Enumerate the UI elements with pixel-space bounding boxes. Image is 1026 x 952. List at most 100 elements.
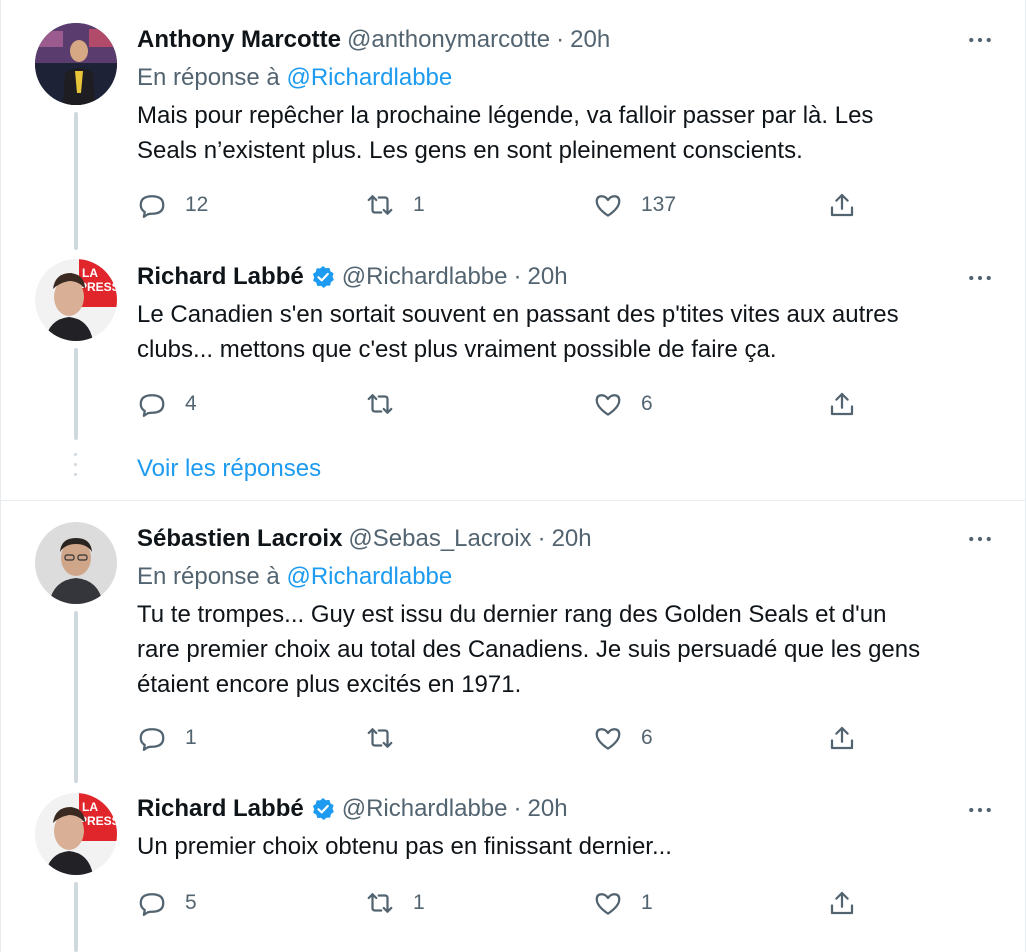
thread-line — [74, 348, 78, 440]
retweet-count: 1 — [413, 193, 425, 216]
share-button[interactable] — [827, 883, 857, 923]
retweet-button[interactable]: 1 — [365, 185, 425, 225]
separator: · — [556, 26, 565, 53]
svg-text:LA: LA — [82, 800, 98, 814]
tweet-text-line: Mais pour repêcher la prochaine légende,… — [137, 102, 874, 129]
thread-line — [74, 611, 78, 783]
reply-button[interactable]: 12 — [137, 185, 208, 225]
tweet-text-line: Un premier choix obtenu pas en finissant… — [137, 833, 672, 860]
avatar-richard-labbe[interactable]: LA PRESSE — [35, 793, 117, 875]
tweet-time[interactable]: 20h — [528, 789, 568, 829]
svg-text:LA: LA — [82, 266, 98, 280]
more-dots-icon — [969, 37, 991, 43]
tweet-richard-labbe[interactable]: LA PRESSE Richard Labbé @Richardlabbe · … — [1, 255, 1026, 500]
like-button[interactable]: 137 — [593, 185, 676, 225]
author-name[interactable]: Anthony Marcotte — [137, 20, 341, 60]
retweet-icon — [367, 394, 393, 414]
separator: · — [537, 525, 546, 552]
reply-button[interactable]: 1 — [137, 718, 197, 758]
heart-icon — [595, 728, 621, 750]
speech-bubble-icon — [139, 728, 165, 751]
share-upload-icon — [830, 891, 854, 915]
reply-prefix: En réponse à — [137, 563, 280, 590]
more-options-button[interactable] — [963, 793, 997, 827]
tweet-text: Tu te trompes... Guy est issu du dernier… — [137, 597, 977, 702]
retweet-count: 1 — [413, 891, 425, 914]
tweet-text: Un premier choix obtenu pas en finissant… — [137, 829, 977, 864]
author-handle[interactable]: @anthonymarcotte — [347, 20, 550, 60]
tweet-text: Le Canadien s'en sortait souvent en pass… — [137, 297, 977, 367]
avatar-richard-labbe[interactable]: LA PRESSE — [35, 259, 117, 341]
tweet-text-line: étaient encore plus excités en 1971. — [137, 671, 522, 698]
tweet-actions: 12 1 137 — [137, 185, 877, 225]
share-upload-icon — [830, 392, 854, 416]
tweet-time[interactable]: 20h — [570, 20, 610, 60]
reply-button[interactable]: 5 — [137, 883, 197, 923]
tweet-header: Richard Labbé @Richardlabbe · 20h — [137, 789, 568, 829]
tweet-time[interactable]: 20h — [552, 519, 592, 559]
retweet-button[interactable]: 1 — [365, 883, 425, 923]
retweet-button[interactable] — [365, 718, 413, 758]
see-replies-link[interactable]: Voir les réponses — [137, 452, 321, 486]
more-dots-icon — [969, 807, 991, 813]
tweet-actions: 4 6 — [137, 384, 877, 424]
heart-icon — [595, 195, 621, 217]
avatar-sebastien-lacroix[interactable] — [35, 522, 117, 604]
reply-mention-link[interactable]: @Richardlabbe — [286, 563, 452, 590]
tweet-actions: 1 6 — [137, 718, 877, 758]
tweet-anthony-marcotte[interactable]: Anthony Marcotte @anthonymarcotte · 20h … — [1, 0, 1026, 255]
share-upload-icon — [830, 193, 854, 217]
tweet-text-line: Seals n’existent plus. Les gens en sont … — [137, 137, 803, 164]
thread-line — [74, 882, 78, 952]
reply-mention-link[interactable]: @Richardlabbe — [286, 64, 452, 91]
speech-bubble-icon — [139, 195, 165, 218]
more-dots-icon — [969, 275, 991, 281]
reply-context: En réponse à @Richardlabbe — [137, 560, 452, 594]
tweet-header: Anthony Marcotte @anthonymarcotte · 20h — [137, 20, 610, 60]
verified-badge-icon — [312, 797, 334, 821]
like-button[interactable]: 6 — [593, 718, 653, 758]
tweet-actions: 5 1 1 — [137, 883, 877, 923]
tweet-richard-labbe-reply[interactable]: LA PRESSE Richard Labbé @Richardlabbe · … — [1, 789, 1026, 952]
like-button[interactable]: 1 — [593, 883, 653, 923]
author-handle[interactable]: @Richardlabbe — [342, 257, 508, 297]
more-options-button[interactable] — [963, 261, 997, 295]
retweet-icon — [367, 195, 393, 215]
author-name[interactable]: Richard Labbé — [137, 789, 304, 829]
retweet-button[interactable] — [365, 384, 413, 424]
share-button[interactable] — [827, 185, 857, 225]
timeline-frame: Anthony Marcotte @anthonymarcotte · 20h … — [0, 0, 1026, 952]
tweet-text-line: Le Canadien s'en sortait souvent en pass… — [137, 301, 899, 328]
like-count: 1 — [641, 891, 653, 914]
thread-continuation-dots — [73, 453, 79, 483]
tweet-time[interactable]: 20h — [528, 257, 568, 297]
more-dots-icon — [969, 536, 991, 542]
author-name[interactable]: Richard Labbé — [137, 257, 304, 297]
more-options-button[interactable] — [963, 522, 997, 556]
retweet-icon — [367, 728, 393, 748]
share-button[interactable] — [827, 718, 857, 758]
separator: · — [513, 263, 522, 290]
retweet-icon — [367, 893, 393, 913]
tweet-text-line: Tu te trompes... Guy est issu du dernier… — [137, 601, 887, 628]
author-handle[interactable]: @Sebas_Lacroix — [348, 519, 531, 559]
share-button[interactable] — [827, 384, 857, 424]
tweet-text-line: clubs... mettons que c'est plus vraiment… — [137, 336, 777, 363]
tweet-text-line: rare premier choix au total des Canadien… — [137, 636, 921, 663]
reply-prefix: En réponse à — [137, 64, 280, 91]
like-count: 6 — [641, 726, 653, 749]
reply-count: 12 — [185, 193, 209, 216]
speech-bubble-icon — [139, 893, 165, 916]
author-name[interactable]: Sébastien Lacroix — [137, 519, 342, 559]
like-button[interactable]: 6 — [593, 384, 653, 424]
like-count: 6 — [641, 392, 653, 415]
reply-context: En réponse à @Richardlabbe — [137, 61, 452, 95]
more-options-button[interactable] — [963, 23, 997, 57]
thread-line — [74, 112, 78, 250]
avatar-anthony-marcotte[interactable] — [35, 23, 117, 105]
author-handle[interactable]: @Richardlabbe — [342, 789, 508, 829]
tweet-sebastien-lacroix[interactable]: Sébastien Lacroix @Sebas_Lacroix · 20h E… — [1, 501, 1026, 789]
like-count: 137 — [641, 193, 677, 216]
tweet-text: Mais pour repêcher la prochaine légende,… — [137, 98, 977, 168]
reply-button[interactable]: 4 — [137, 384, 197, 424]
